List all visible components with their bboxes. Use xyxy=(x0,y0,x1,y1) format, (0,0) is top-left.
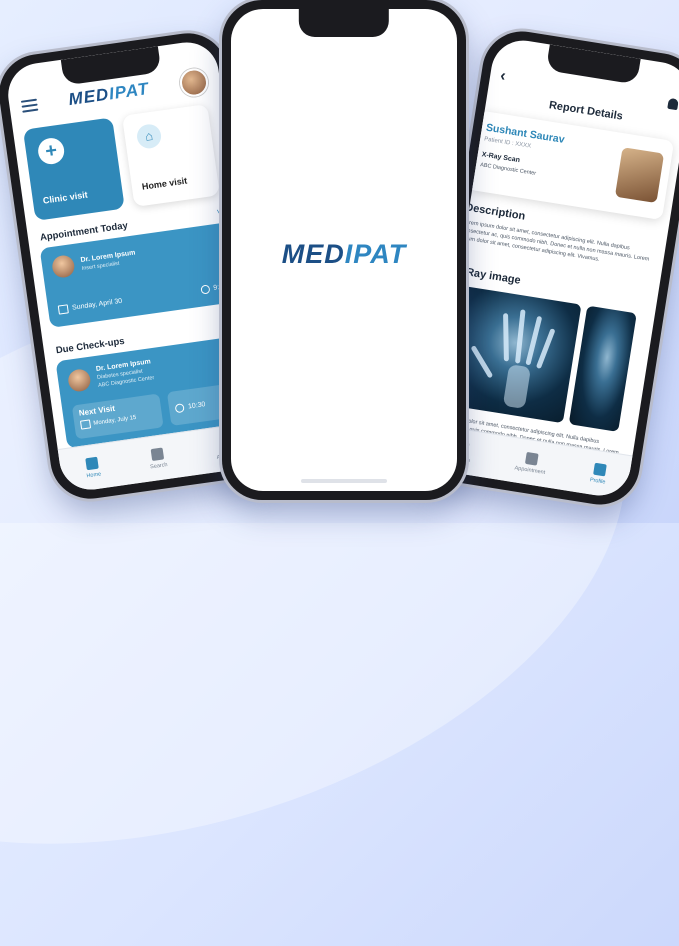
calendar-icon xyxy=(79,419,92,430)
phone-notch xyxy=(298,9,390,37)
clock-icon xyxy=(199,284,211,295)
home-icon xyxy=(85,456,99,470)
splash-screen: MEDIPAT xyxy=(231,9,457,491)
clock-icon xyxy=(174,402,185,413)
splash-logo: MEDIPAT xyxy=(281,239,407,269)
home-visit-label: Home visit xyxy=(141,175,188,192)
nav-home[interactable]: Home xyxy=(84,456,101,479)
diagnostic-center: ABC Diagnostic Center xyxy=(479,162,537,177)
xray-image[interactable] xyxy=(568,305,637,432)
menu-icon[interactable] xyxy=(20,98,39,113)
calendar-icon xyxy=(57,304,69,315)
bell-icon[interactable] xyxy=(667,97,679,110)
nav-profile[interactable]: Profile xyxy=(589,462,608,485)
appointment-date: Sunday, April 30 xyxy=(57,297,123,315)
calendar-icon xyxy=(524,451,539,466)
next-visit-box: Next Visit Monday, July 15 xyxy=(71,393,164,440)
doctor-row: Dr. Lorem Ipsum Insert specialist xyxy=(50,245,137,279)
clinic-visit-label: Clinic visit xyxy=(42,189,89,206)
description-text: Lorem ipsum dolor sit amet, consectetur … xyxy=(460,219,650,263)
home-visit-button[interactable]: ⌂ Home visit xyxy=(121,103,220,208)
profile-icon xyxy=(592,462,607,476)
xray-gallery xyxy=(432,284,674,438)
back-arrow-icon[interactable]: ‹ xyxy=(499,67,507,86)
plus-icon: + xyxy=(36,136,66,166)
doctor-row: Dr. Lorem Ipsum Diabetes specialist ABC … xyxy=(66,358,155,393)
nav-appointment[interactable]: Appointment xyxy=(514,450,548,476)
doctor-avatar xyxy=(50,254,76,279)
user-avatar[interactable] xyxy=(178,66,210,99)
house-icon: ⌂ xyxy=(135,122,163,150)
search-icon xyxy=(150,447,164,461)
clinic-visit-button[interactable]: + Clinic visit xyxy=(22,117,125,221)
phone-splash-screen: MEDIPAT xyxy=(222,0,466,500)
app-logo: MEDIPAT xyxy=(67,78,151,110)
patient-card: Sushant Saurav Patient ID : XXXX X-Ray S… xyxy=(466,110,675,221)
doctor-avatar xyxy=(66,367,92,393)
nav-search[interactable]: Search xyxy=(148,447,168,470)
home-indicator xyxy=(301,479,387,483)
patient-photo xyxy=(614,147,665,204)
description-title: Description xyxy=(464,201,527,223)
